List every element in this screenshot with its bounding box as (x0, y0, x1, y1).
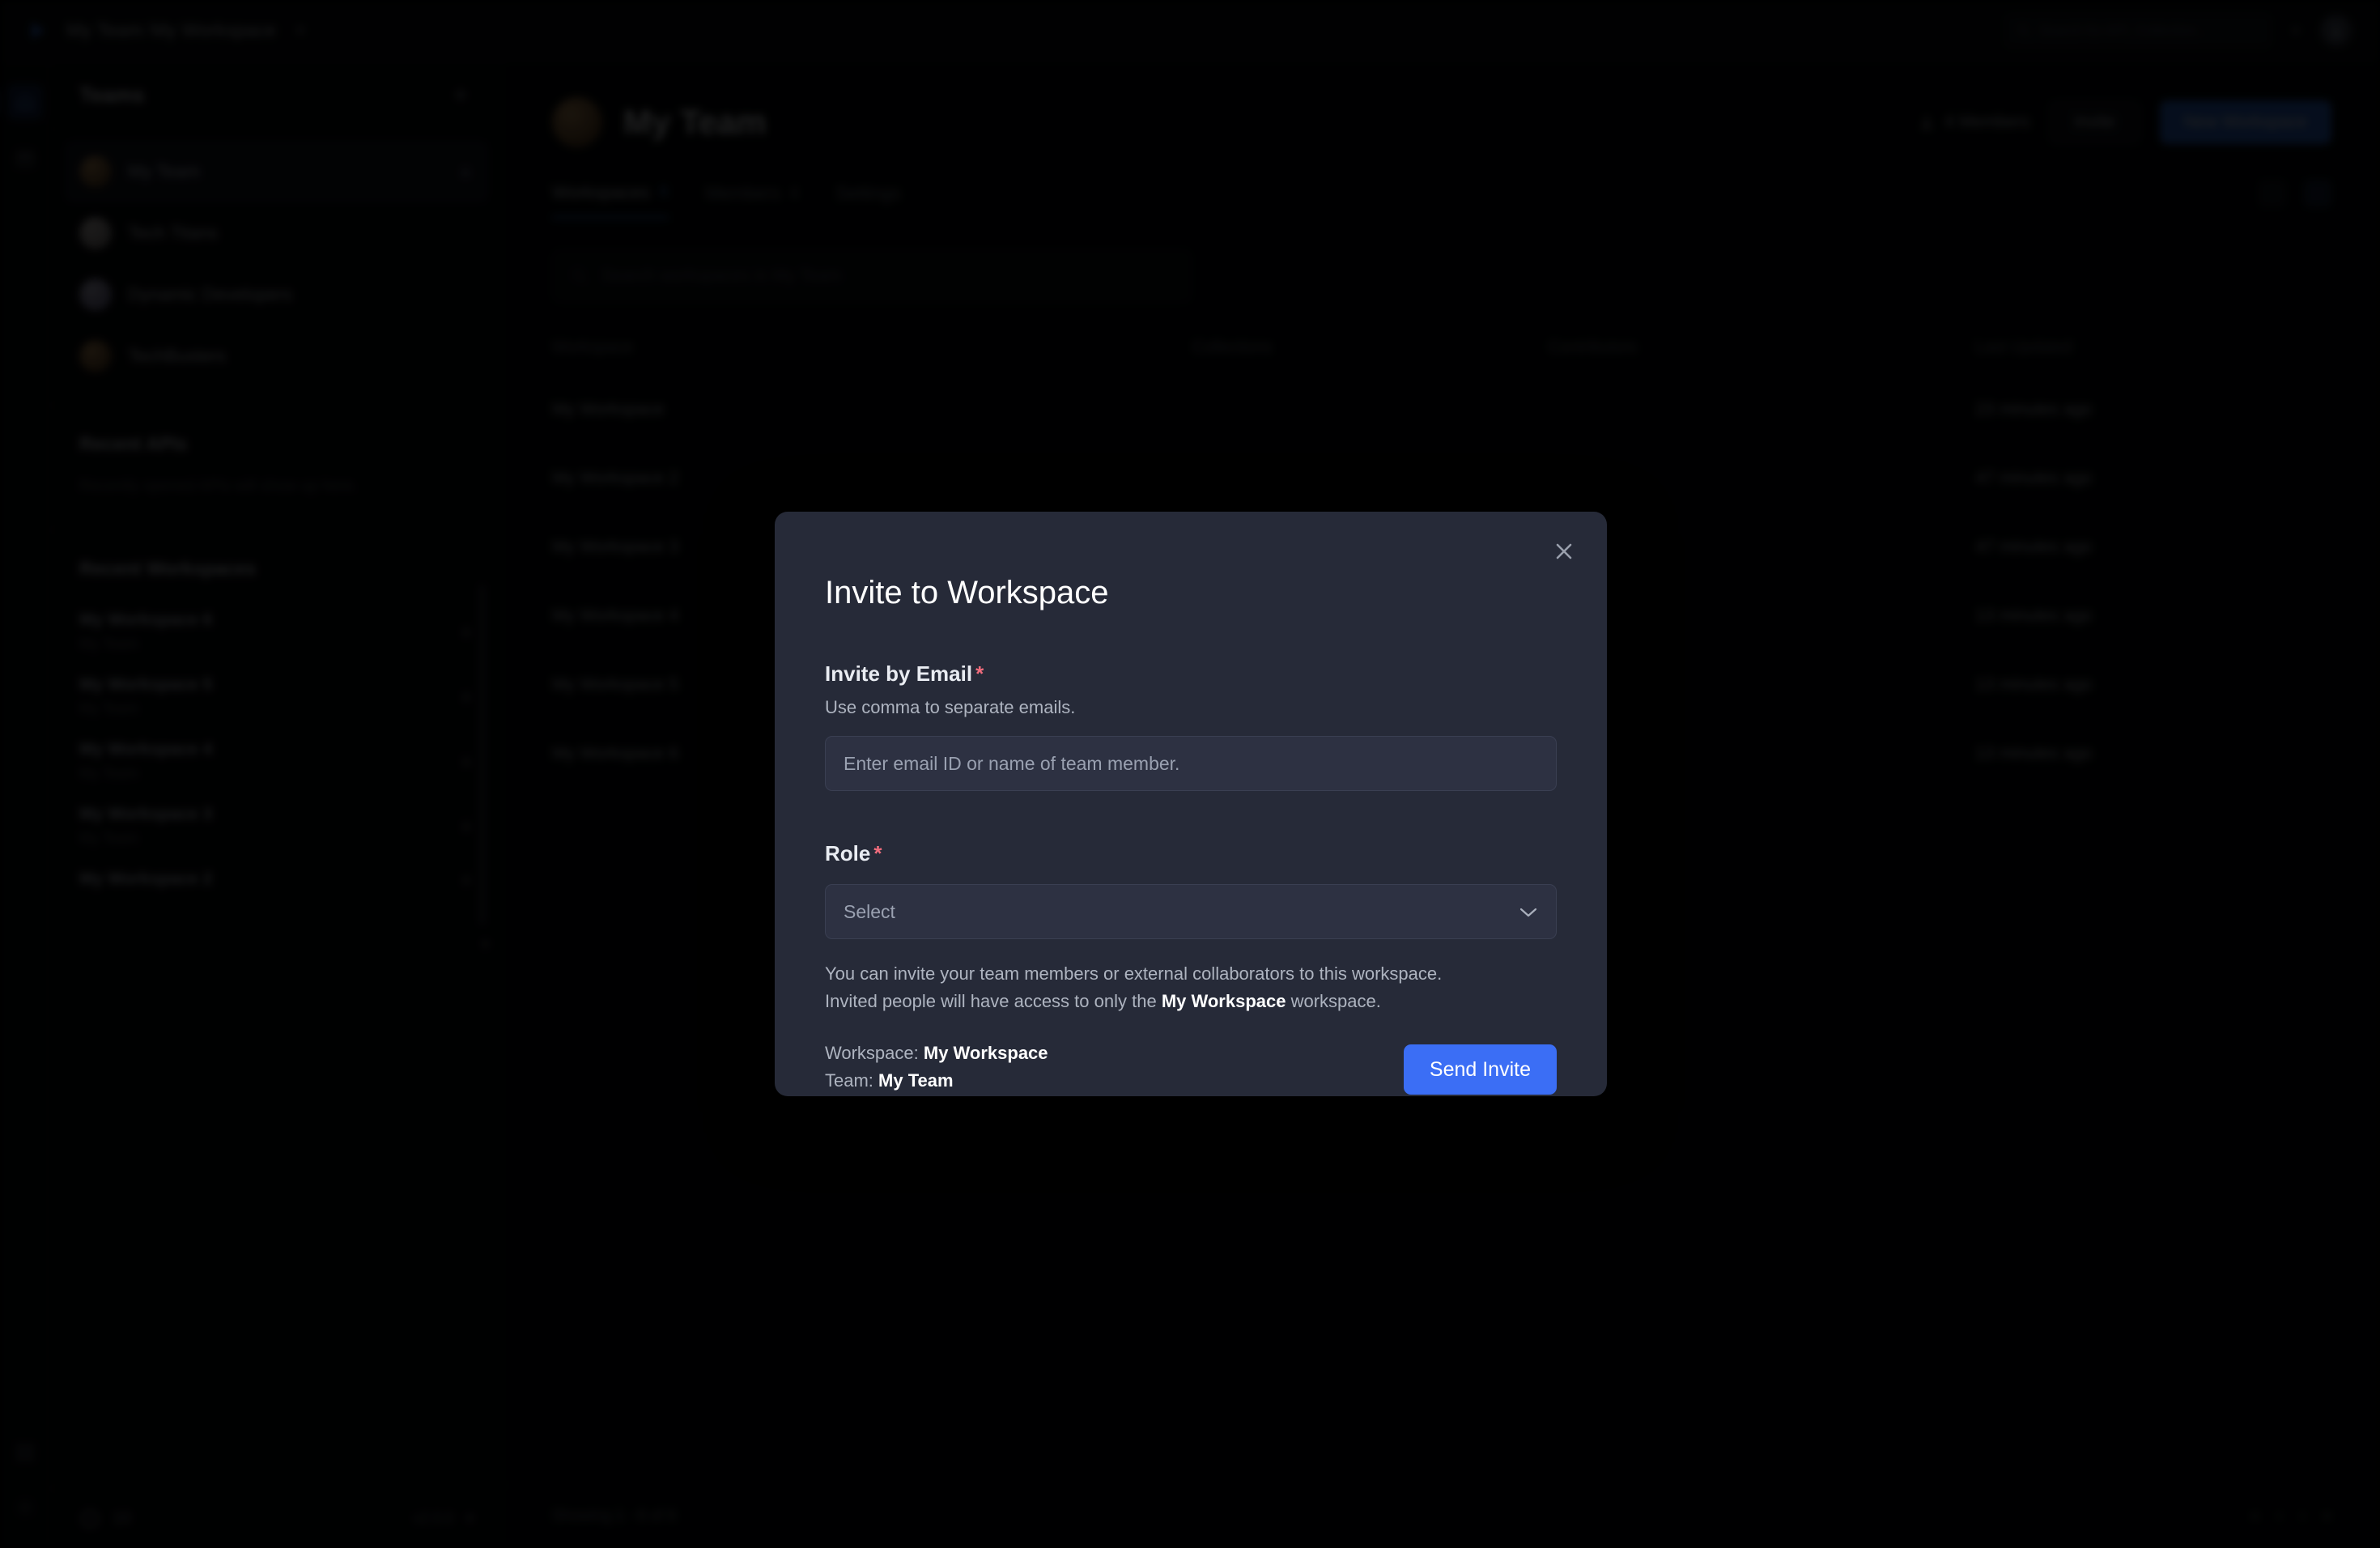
role-select-value: Select (844, 900, 895, 922)
modal-note-line2: Invited people will have access to only … (825, 988, 1557, 1015)
note-line2-workspace: My Workspace (1161, 991, 1286, 1012)
note-line2-post: workspace. (1286, 991, 1381, 1012)
meta-team-value: My Team (878, 1070, 954, 1091)
role-field-label: Role * (825, 841, 1557, 866)
email-field-hint: Use comma to separate emails. (825, 697, 1076, 717)
meta-team-row: Team: My Team (825, 1070, 954, 1091)
modal-meta: Workspace: My Workspace Team: My Team (825, 1040, 1048, 1095)
required-asterisk: * (873, 841, 882, 865)
meta-workspace-value: My Workspace (923, 1043, 1048, 1064)
modal-title: Invite to Workspace (825, 575, 1109, 610)
meta-workspace-row: Workspace: My Workspace (825, 1043, 1048, 1064)
email-field[interactable] (825, 736, 1557, 791)
required-asterisk: * (975, 661, 984, 686)
role-select[interactable]: Select (825, 884, 1557, 939)
note-line2-pre: Invited people will have access to only … (825, 991, 1162, 1012)
invite-to-workspace-modal: Invite to Workspace Invite by Email * Use… (775, 512, 1607, 1096)
role-label-text: Role (825, 841, 871, 865)
send-invite-button[interactable]: Send Invite (1403, 1044, 1557, 1095)
email-label-text: Invite by Email (825, 661, 973, 686)
chevron-down-icon (1519, 901, 1538, 923)
email-field-label: Invite by Email * (825, 661, 1557, 687)
modal-footer: Workspace: My Workspace Team: My Team Se… (825, 1040, 1557, 1095)
close-icon[interactable] (1545, 533, 1583, 570)
modal-note: You can invite your team members or exte… (825, 960, 1557, 1015)
meta-workspace-label: Workspace (825, 1043, 914, 1064)
modal-note-line1: You can invite your team members or exte… (825, 963, 1443, 984)
meta-team-label: Team (825, 1070, 869, 1091)
